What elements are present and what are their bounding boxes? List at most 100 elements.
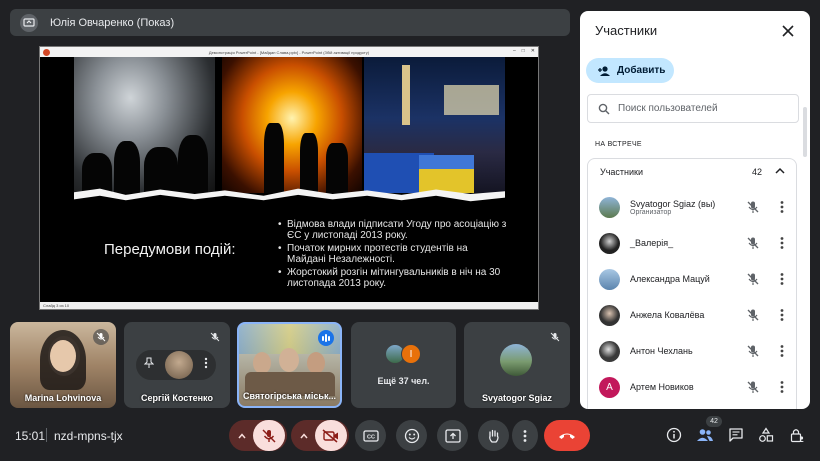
maximize-icon: □ (521, 48, 525, 54)
people-button[interactable] (696, 426, 714, 444)
avatar: I (401, 344, 421, 364)
participant-tile[interactable]: Сергій Костенко (124, 322, 230, 408)
participant-count: 42 (751, 167, 762, 177)
more-vert-icon[interactable] (780, 344, 784, 358)
avatar (599, 196, 620, 218)
leave-call-button[interactable] (544, 420, 590, 451)
lock-person-icon (790, 429, 804, 443)
participants-group-header[interactable]: Участники 42 (588, 159, 796, 185)
presenter-avatar (20, 13, 38, 32)
slide-bullet-list: Відмова влади підписати Угоду про асоціа… (278, 219, 508, 291)
panel-scrollbar[interactable] (803, 107, 807, 157)
tile-action-pill (136, 350, 216, 380)
chat-button[interactable] (727, 426, 745, 444)
ppt-window-controls: – □ ✕ (513, 48, 535, 54)
mic-off-icon (747, 309, 759, 321)
more-vert-icon[interactable] (780, 200, 784, 214)
mic-off-icon (747, 273, 759, 285)
ppt-statusbar: Слайд 3 из 10 (40, 302, 538, 309)
participant-name: Антон Чехлань (630, 346, 693, 356)
camera-off-button[interactable] (315, 420, 347, 451)
slide-photo-clashes (74, 57, 215, 193)
microphone-control (229, 420, 287, 451)
search-box[interactable] (587, 94, 799, 123)
participant-name: Svyatogor Sgiaz (вы) (630, 198, 716, 209)
present-button[interactable] (437, 420, 468, 451)
more-options-button[interactable] (512, 420, 538, 451)
participant-tile[interactable]: Marina Lohvinova (10, 322, 116, 408)
participant-tile-active-speaker[interactable]: Святогірська міськ... (237, 322, 342, 408)
presentation-icon (23, 17, 35, 27)
slide-bullet: Жорстокий розгін мітингувальників в ніч … (278, 267, 508, 289)
participant-row[interactable]: Александра Мацуй (599, 265, 795, 293)
more-vert-icon[interactable] (780, 308, 784, 322)
pin-icon[interactable] (143, 356, 155, 374)
chevron-up-icon[interactable] (293, 432, 315, 439)
closed-caption-icon: CC (362, 429, 379, 442)
avatar (599, 340, 620, 362)
participant-row[interactable]: А Артем Новиков (599, 373, 795, 401)
more-vert-icon[interactable] (780, 380, 784, 394)
mic-off-icon (262, 428, 276, 443)
speaking-indicator-icon (318, 330, 334, 346)
present-to-all-icon (444, 428, 461, 443)
add-people-label: Добавить (617, 65, 666, 76)
meeting-details-button[interactable] (665, 426, 683, 444)
mic-off-icon (207, 329, 223, 345)
more-vert-icon[interactable] (204, 356, 208, 374)
section-label: НА ВСТРЕЧЕ (595, 141, 642, 148)
add-people-button[interactable]: Добавить (586, 58, 674, 83)
host-controls-button[interactable] (788, 426, 806, 444)
chevron-up-icon[interactable] (231, 432, 253, 439)
mic-off-icon (747, 237, 759, 249)
participant-name: Анжела Ковалёва (630, 310, 705, 320)
participants-panel: Участники Добавить НА ВСТРЕЧЕ Участники … (580, 11, 810, 409)
more-participants-tile[interactable]: I Ещё 37 чел. (351, 322, 456, 408)
people-icon (697, 429, 713, 441)
captions-button[interactable]: CC (355, 420, 386, 451)
chevron-up-icon[interactable] (775, 167, 785, 175)
search-input[interactable] (618, 103, 788, 114)
panel-title: Участники (595, 23, 658, 38)
mic-off-icon (747, 345, 759, 357)
group-label: Участники (600, 167, 643, 177)
svg-text:CC: CC (367, 434, 375, 440)
mic-off-icon (93, 329, 109, 345)
mic-off-icon (747, 381, 759, 393)
participant-name: Артем Новиков (630, 382, 694, 392)
more-vert-icon[interactable] (780, 272, 784, 286)
camera-control (291, 420, 349, 451)
slide-bullet: Відмова влади підписати Угоду про асоціа… (278, 219, 508, 241)
more-vert-icon[interactable] (780, 236, 784, 250)
mic-off-button[interactable] (253, 420, 285, 451)
emoji-icon (404, 428, 419, 443)
chat-icon (729, 428, 743, 442)
avatar (599, 232, 620, 254)
avatar (500, 344, 532, 376)
mic-off-icon (547, 329, 563, 345)
participant-tile-self[interactable]: Svyatogor Sgiaz (464, 322, 570, 408)
powerpoint-window: Демонстрація PowerPoint - [Майдан Слава.… (39, 46, 539, 310)
slide: Передумови подій: Відмова влади підписат… (40, 57, 538, 302)
slide-bullet: Початок мирних протестів студентів на Ма… (278, 243, 508, 265)
presenter-name: Юлія Овчаренко (Показ) (50, 16, 175, 29)
avatar-stack: I (385, 344, 421, 364)
participant-row[interactable]: Антон Чехлань (599, 337, 795, 365)
ppt-window-title: Демонстрація PowerPoint - [Майдан Слава.… (208, 49, 370, 55)
meeting-code[interactable]: nzd-mpns-tjx (54, 429, 123, 443)
participant-name: Сергій Костенко (141, 393, 213, 403)
participant-role: Организатор (630, 208, 672, 216)
participant-row[interactable]: Анжела Ковалёва (599, 301, 795, 329)
reactions-button[interactable] (396, 420, 427, 451)
more-participants-label: Ещё 37 чел. (377, 376, 430, 386)
activities-button[interactable] (757, 426, 775, 444)
participant-row[interactable]: Svyatogor Sgiaz (вы) Организатор (599, 193, 795, 221)
participants-group: Участники 42 Svyatogor Sgiaz (вы) Органи… (587, 158, 797, 409)
mic-off-icon (747, 201, 759, 213)
videocam-off-icon (322, 428, 338, 443)
divider (46, 428, 47, 442)
presenter-bar: Юлія Овчаренко (Показ) (10, 9, 570, 36)
raise-hand-button[interactable] (478, 420, 509, 451)
close-icon[interactable] (780, 23, 796, 39)
participant-row[interactable]: _Валерія_ (599, 229, 795, 257)
